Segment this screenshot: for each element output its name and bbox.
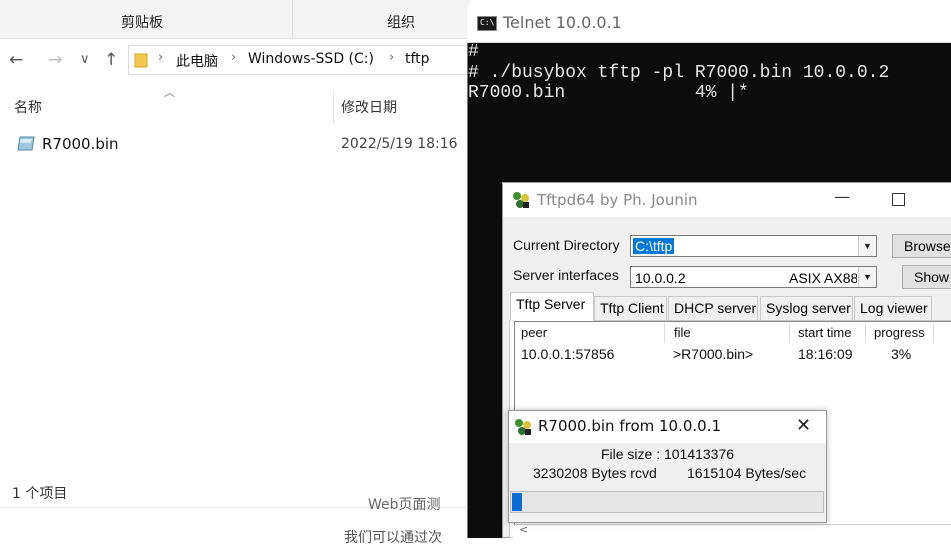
terminal-line: # ./busybox tftp -pl R7000.bin 10.0.0.2 — [468, 63, 890, 83]
close-icon[interactable]: ✕ — [796, 415, 811, 436]
breadcrumb-chevron-icon: › — [158, 50, 164, 65]
scroll-left-arrow-icon[interactable]: < — [519, 523, 528, 536]
dropdown-arrow-icon[interactable]: ▼ — [858, 236, 876, 256]
tab-dhcp-server[interactable]: DHCP server — [668, 296, 758, 320]
up-button[interactable]: ↑ — [104, 50, 118, 70]
file-name[interactable]: R7000.bin — [42, 135, 119, 153]
breadcrumb-chevron-icon: › — [231, 50, 237, 65]
console-icon: C:\ — [477, 16, 497, 31]
current-directory-combo[interactable]: C:\tftp ▼ — [630, 235, 877, 257]
progress-cell[interactable]: 3% — [891, 346, 911, 362]
sort-indicator-icon: ︿ — [164, 86, 175, 99]
tftpd-title: Tftpd64 by Ph. Jounin — [537, 191, 698, 209]
tftpd-app-icon — [513, 192, 529, 208]
ribbon-group-clipboard: 剪贴板 — [121, 15, 163, 31]
column-header-file[interactable]: file — [665, 323, 790, 343]
bytes-received-text: 3230208 Bytes rcvd — [533, 465, 657, 481]
file-cell[interactable]: >R7000.bin> — [673, 346, 753, 362]
tab-tftp-client[interactable]: Tftp Client — [594, 296, 667, 320]
tab-syslog-server[interactable]: Syslog server — [760, 296, 853, 320]
show-dir-button[interactable]: Show Dir — [902, 265, 951, 289]
terminal-line: R7000.bin 4% |* — [468, 83, 749, 103]
tab-log-viewer[interactable]: Log viewer — [854, 296, 932, 320]
server-interface-adapter: ASIX AX88 — [789, 270, 857, 286]
background-document-text: Web页面测 — [368, 497, 441, 513]
background-document-text: 我们可以通过次 — [344, 530, 442, 546]
breadcrumb-drive[interactable]: Windows-SSD (C:) — [248, 51, 374, 67]
recent-locations-chevron-icon[interactable]: ∨ — [80, 52, 90, 67]
tab-tftp-server[interactable]: Tftp Server — [510, 292, 594, 321]
forward-button[interactable]: → — [48, 50, 62, 70]
column-header-date-modified[interactable]: 修改日期 — [341, 97, 397, 117]
column-divider[interactable] — [333, 90, 334, 124]
column-header-start-time[interactable]: start time — [790, 323, 866, 343]
ribbon-divider — [292, 0, 293, 38]
server-interface-ip: 10.0.0.2 — [635, 270, 686, 286]
transfer-dialog-title: R7000.bin from 10.0.0.1 — [538, 417, 722, 435]
terminal-line: # — [468, 42, 479, 62]
transfer-progress-bar — [510, 491, 824, 513]
telnet-title: Telnet 10.0.0.1 — [503, 13, 622, 32]
ribbon-group-organize: 组织 — [387, 15, 415, 31]
horizontal-scrollbar[interactable] — [513, 524, 951, 539]
file-date-modified: 2022/5/19 18:16 — [341, 136, 458, 152]
peer-cell[interactable]: 10.0.0.1:57856 — [521, 346, 614, 362]
current-directory-label: Current Directory — [513, 237, 620, 253]
minimize-button[interactable]: — — [834, 187, 850, 206]
folder-icon — [134, 53, 148, 68]
browse-button[interactable]: Browse — [892, 234, 951, 258]
progress-fill — [512, 493, 522, 511]
file-explorer-window — [0, 0, 470, 538]
column-header-name[interactable]: 名称 — [14, 97, 42, 117]
maximize-button[interactable] — [892, 193, 905, 206]
breadcrumb-this-pc[interactable]: 此电脑 — [176, 51, 218, 71]
server-interfaces-combo[interactable]: 10.0.0.2 ASIX AX88 ▼ — [630, 266, 877, 288]
status-item-count: 1 个项目 — [12, 486, 68, 502]
column-header-progress[interactable]: progress — [866, 323, 934, 343]
back-button[interactable]: ← — [9, 50, 23, 70]
tftpd-app-icon — [515, 419, 531, 435]
bin-file-icon — [17, 136, 35, 151]
start-time-cell[interactable]: 18:16:09 — [798, 346, 853, 362]
file-size-text: File size : 101413376 — [600, 446, 735, 462]
transfer-rate-text: 1615104 Bytes/sec — [687, 465, 807, 481]
column-header-peer[interactable]: peer — [516, 323, 665, 343]
server-interfaces-label: Server interfaces — [513, 267, 619, 283]
current-directory-value[interactable]: C:\tftp — [633, 238, 675, 254]
dropdown-arrow-icon[interactable]: ▼ — [858, 267, 876, 287]
breadcrumb-tftp[interactable]: tftp — [405, 51, 430, 67]
breadcrumb-chevron-icon: › — [389, 50, 395, 65]
